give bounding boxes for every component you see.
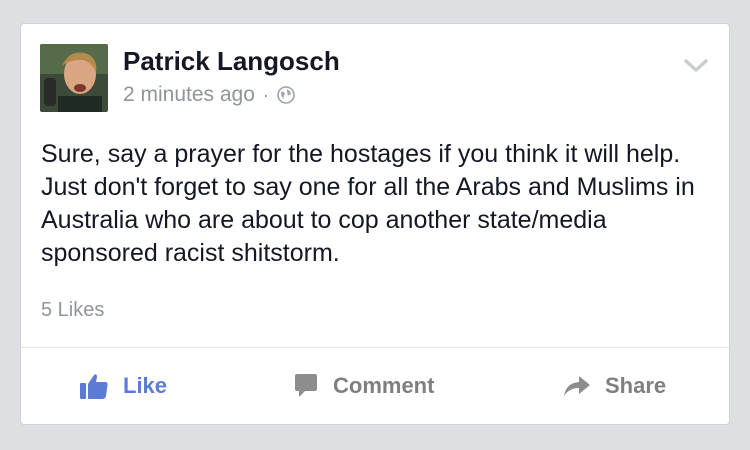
like-button[interactable]: Like [79,370,167,402]
action-bar-divider [21,347,729,348]
globe-icon [277,86,295,104]
likes-count[interactable]: 5 Likes [41,299,104,322]
comment-label: Comment [333,373,435,398]
avatar-photo [40,44,108,112]
avatar[interactable] [40,44,108,112]
share-label: Share [605,373,667,398]
comment-icon [295,374,317,397]
author-name[interactable]: Patrick Langosch [123,46,340,77]
post-timestamp[interactable]: 2 minutes ago [123,83,255,107]
post-card: Patrick Langosch 2 minutes ago · Sure, s… [20,23,730,425]
comment-button[interactable]: Comment [293,370,434,402]
post-body: Sure, say a prayer for the hostages if y… [41,140,695,267]
thumbs-up-icon [80,374,108,399]
post-meta: 2 minutes ago · [123,83,295,107]
meta-separator: · [262,84,269,105]
like-label: Like [123,373,168,398]
post-options-chevron-icon[interactable] [683,56,709,74]
share-arrow-icon [564,376,590,396]
share-button[interactable]: Share [563,370,666,402]
